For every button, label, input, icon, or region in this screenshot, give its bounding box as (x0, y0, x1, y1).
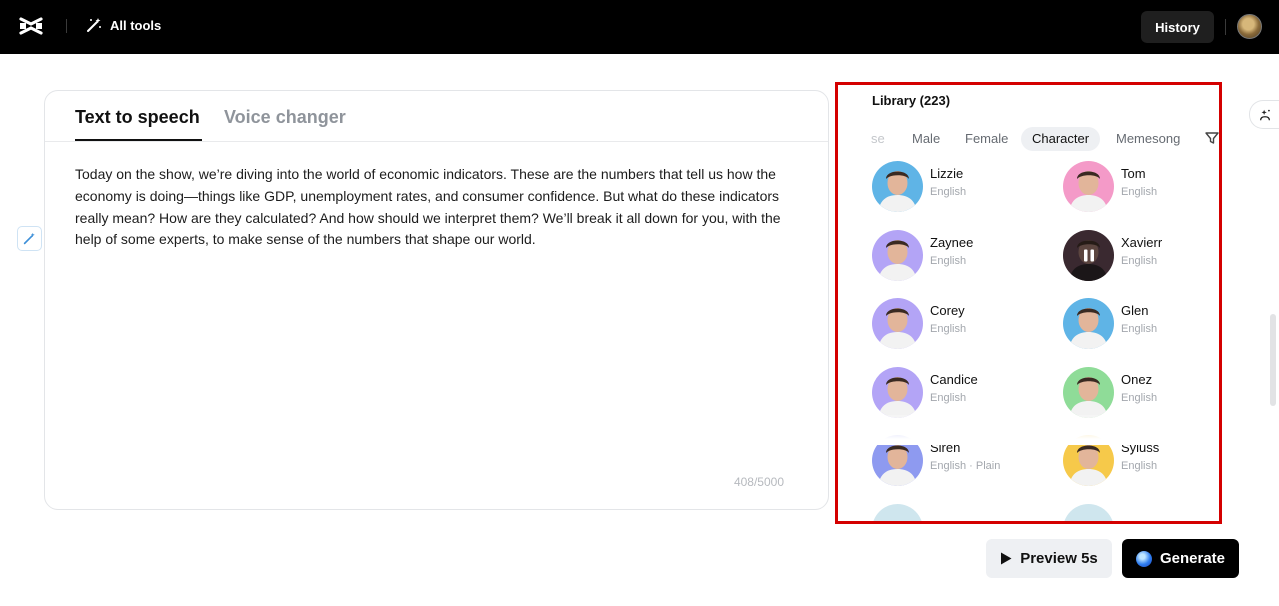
voice-language: English (930, 391, 967, 404)
voice-name: Zaynee (930, 234, 974, 250)
tab-text-to-speech[interactable]: Text to speech (75, 107, 200, 128)
voice-item[interactable]: Corey English (872, 298, 1052, 350)
voice-language: English (1121, 254, 1158, 267)
library-title: Library (223) (872, 93, 951, 108)
pause-icon[interactable] (1063, 229, 1114, 281)
text-editor-card: Text to speech Voice changer Today on th… (44, 90, 829, 510)
list-fade-overlay (838, 415, 1219, 445)
filter-tab-memesong[interactable]: Memesong (1116, 127, 1180, 151)
side-ai-tool-button[interactable] (1249, 100, 1279, 129)
page-scrollbar[interactable] (1270, 314, 1276, 406)
voice-item[interactable]: Lizzie English (872, 161, 1052, 213)
preview-label: Preview 5s (1020, 550, 1098, 567)
filter-tab-partial[interactable]: se (871, 127, 885, 151)
voice-list: Lizzie English Tom English Zaynee English Xavi… (838, 161, 1219, 521)
voice-item[interactable]: Zaynee English (872, 229, 1052, 282)
sparkle-person-icon (1259, 109, 1270, 120)
user-avatar[interactable] (1237, 14, 1262, 39)
voice-name: Xavierr (1121, 234, 1163, 250)
filter-tab-character[interactable]: Character (1021, 127, 1101, 151)
voice-avatar (872, 161, 923, 212)
voice-item[interactable]: Tom English (1063, 161, 1219, 213)
generate-button[interactable]: Generate (1122, 539, 1239, 578)
voice-avatar (1063, 298, 1114, 349)
voice-item[interactable]: Candice English (872, 366, 1052, 419)
voice-language: English (1121, 391, 1158, 404)
library-filter-tabs: se Male Female Character Memesong (838, 123, 1220, 151)
voice-item[interactable]: Xavierr English (1063, 229, 1219, 282)
voice-name: Candice (930, 371, 978, 387)
filter-icon[interactable] (1204, 130, 1220, 146)
voice-name: Onez (1121, 371, 1153, 387)
voice-avatar (872, 366, 923, 418)
voice-language: English (930, 323, 967, 335)
voice-name: Glen (1121, 303, 1149, 318)
generate-label: Generate (1159, 550, 1226, 567)
generate-orb-icon (1135, 550, 1152, 567)
voice-language: English · Plain (930, 460, 1001, 472)
active-tab-indicator (75, 139, 202, 141)
magic-wand-icon (23, 232, 35, 245)
voice-language: English (930, 254, 967, 267)
voice-item[interactable]: Glen English (1063, 298, 1219, 350)
filter-tab-female[interactable]: Female (965, 127, 1008, 151)
top-bar: All tools History (0, 0, 1279, 54)
script-textarea[interactable]: Today on the show, we’re diving into the… (75, 164, 795, 251)
character-counter: 408/5000 (733, 475, 784, 489)
voice-language: English (1121, 460, 1158, 472)
editor-tabs: Text to speech Voice changer (45, 91, 828, 142)
magic-wand-icon (87, 18, 101, 32)
voice-item-partial[interactable] (872, 503, 923, 521)
play-icon (1001, 552, 1012, 565)
voice-avatar (1063, 161, 1114, 212)
voice-library-panel: Library (223) se Male Female Character M… (835, 82, 1222, 524)
preview-button[interactable]: Preview 5s (986, 539, 1112, 578)
voice-language: English (930, 186, 967, 198)
filter-tab-male[interactable]: Male (912, 127, 940, 151)
voice-avatar (872, 298, 923, 349)
voice-avatar (872, 229, 923, 281)
voice-name: Corey (930, 303, 965, 318)
capcut-logo[interactable] (18, 14, 44, 38)
voice-language: English (1121, 323, 1158, 335)
header-divider (66, 19, 67, 33)
header-divider-right (1225, 19, 1226, 35)
voice-name: Tom (1121, 166, 1146, 181)
all-tools-button[interactable]: All tools (86, 17, 161, 33)
voice-avatar (1063, 366, 1114, 418)
tab-voice-changer[interactable]: Voice changer (224, 107, 346, 128)
voice-item-partial[interactable] (1063, 503, 1114, 521)
ai-writer-button[interactable] (17, 226, 42, 251)
history-button[interactable]: History (1141, 11, 1214, 43)
all-tools-label: All tools (110, 17, 162, 33)
voice-language: English (1121, 186, 1158, 198)
voice-item[interactable]: Onez English (1063, 366, 1219, 419)
voice-name: Lizzie (930, 166, 964, 181)
